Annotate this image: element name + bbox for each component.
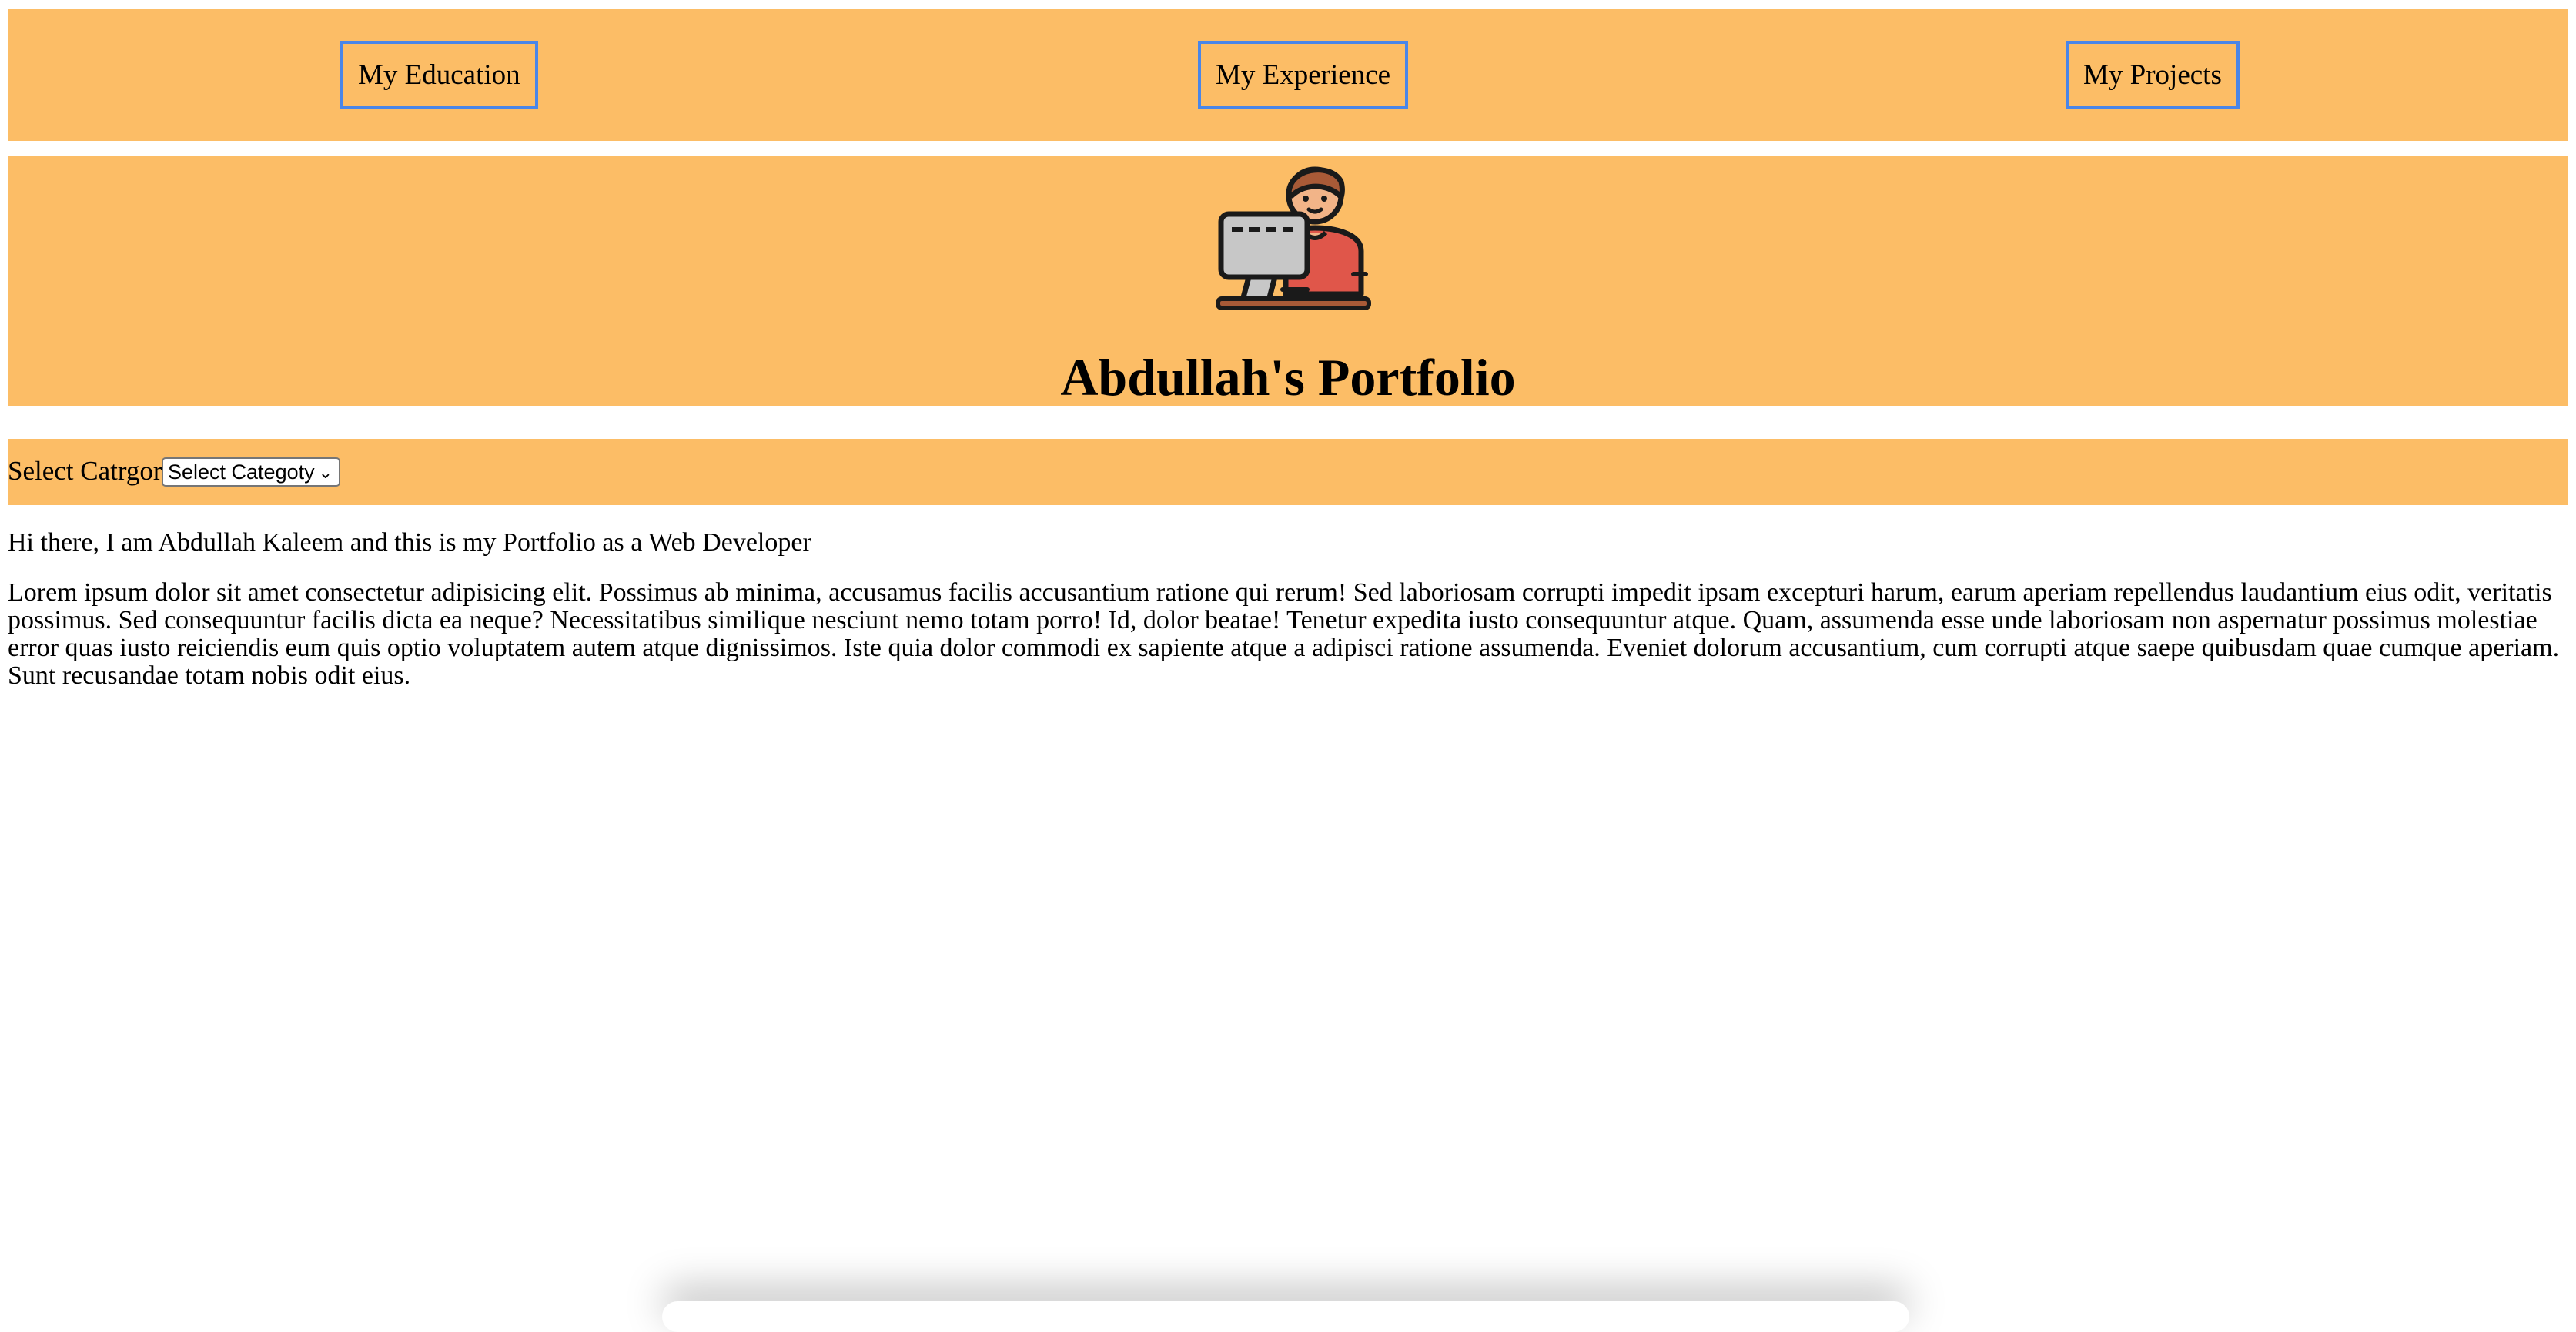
- body-paragraph: Lorem ipsum dolor sit amet consectetur a…: [8, 578, 2560, 690]
- intro-text: Hi there, I am Abdullah Kaleem and this …: [8, 528, 811, 557]
- category-label: Select Catrgory: [8, 456, 176, 486]
- category-filter-bar: Select Catrgory Select Categoty ⌄: [8, 439, 2568, 505]
- page-title: Abdullah's Portfolio: [1060, 348, 1516, 406]
- developer-at-computer-icon: [1216, 166, 1371, 310]
- nav-button-education[interactable]: My Education: [340, 41, 538, 109]
- nav-button-projects[interactable]: My Projects: [2066, 41, 2240, 109]
- category-select-value: Select Categoty: [168, 460, 315, 484]
- chevron-down-icon: ⌄: [318, 463, 333, 482]
- top-nav: My Education My Experience My Projects: [8, 9, 2568, 141]
- category-select[interactable]: Select Categoty ⌄: [162, 457, 340, 487]
- bottom-overlay-edge: [662, 1301, 1909, 1332]
- nav-button-experience[interactable]: My Experience: [1198, 41, 1409, 109]
- hero-banner: Abdullah's Portfolio: [8, 156, 2568, 406]
